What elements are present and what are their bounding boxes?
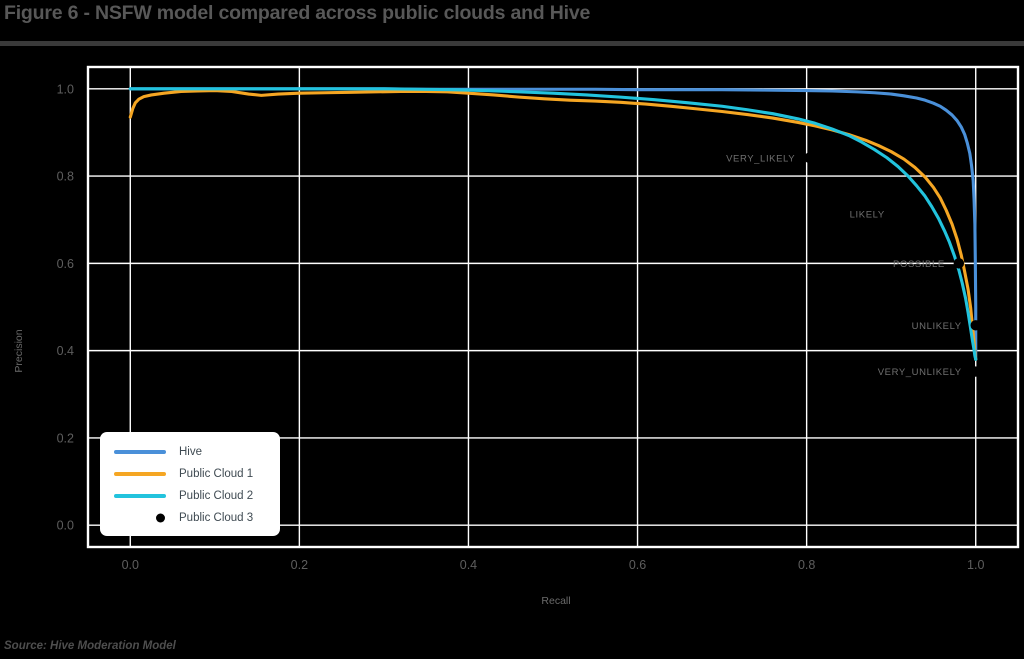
annotation-likely: LIKELY (850, 210, 885, 221)
x-tick-label: 0.8 (798, 558, 815, 572)
series-line-public-cloud-2 (128, 87, 978, 361)
series-line-hive (128, 87, 978, 361)
page-title: Figure 6 - NSFW model compared across pu… (4, 2, 591, 24)
scatter-point-possible (953, 258, 965, 269)
legend-item-public-cloud-2: Public Cloud 2 (100, 485, 280, 507)
legend-label-hive: Hive (179, 446, 203, 458)
y-tick-label: 0.8 (57, 170, 74, 184)
y-axis-ticks: 0.0 0.2 0.4 0.6 0.8 1.0 (57, 82, 74, 532)
y-tick-label: 0.6 (57, 257, 74, 271)
legend-swatch-public-cloud-2 (114, 494, 166, 498)
data-series (128, 87, 978, 361)
series-line-public-cloud-1 (128, 89, 978, 361)
x-axis-ticks: 0.0 0.2 0.4 0.6 0.8 1.0 (122, 558, 985, 572)
annotation-unlikely: UNLIKELY (912, 321, 962, 332)
annotation-very_likely: VERY_LIKELY (726, 153, 795, 164)
source-note: Source: Hive Moderation Model (4, 640, 176, 652)
x-tick-label: 1.0 (967, 558, 984, 572)
scatter-point-very_likely (803, 152, 815, 163)
scatter-point-very_unlikely (970, 366, 981, 377)
x-tick-label: 0.6 (629, 558, 646, 572)
legend-label-public-cloud-2: Public Cloud 2 (179, 490, 254, 502)
legend-item-hive: Hive (100, 441, 280, 463)
x-tick-label: 0.2 (291, 558, 308, 572)
legend-label-public-cloud-1: Public Cloud 1 (179, 468, 254, 480)
scatter-point-unlikely (970, 320, 981, 331)
chart-legend: Hive Public Cloud 1 Public Cloud 2 Publi… (100, 432, 280, 536)
y-tick-label: 1.0 (57, 82, 74, 96)
point-annotations: VERY_LIKELY LIKELY POSSIBLE UNLIKELY VERY_UN… (726, 153, 962, 378)
y-tick-label: 0.0 (57, 519, 74, 533)
precision-recall-chart: VERY_LIKELY LIKELY POSSIBLE UNLIKELY VERY_UN… (13, 65, 1020, 607)
legend-label-public-cloud-3: Public Cloud 3 (179, 512, 254, 524)
x-axis-label: Recall (541, 595, 570, 607)
x-tick-label: 0.4 (460, 558, 477, 572)
scatter-point-likely (893, 208, 904, 220)
annotation-possible: POSSIBLE (893, 259, 945, 270)
y-tick-label: 0.2 (57, 431, 74, 445)
legend-marker-public-cloud-3 (114, 507, 166, 529)
annotation-very_unlikely: VERY_UNLIKELY (878, 367, 962, 378)
legend-item-public-cloud-3: Public Cloud 3 (100, 507, 280, 529)
legend-swatch-public-cloud-1 (114, 472, 166, 476)
legend-item-public-cloud-1: Public Cloud 1 (100, 463, 280, 485)
y-axis-label: Precision (13, 329, 25, 372)
y-tick-label: 0.4 (57, 344, 74, 358)
legend-swatch-hive (114, 450, 166, 454)
x-tick-label: 0.0 (122, 558, 139, 572)
chart-container: VERY_LIKELY LIKELY POSSIBLE UNLIKELY VERY_UN… (0, 46, 1024, 636)
